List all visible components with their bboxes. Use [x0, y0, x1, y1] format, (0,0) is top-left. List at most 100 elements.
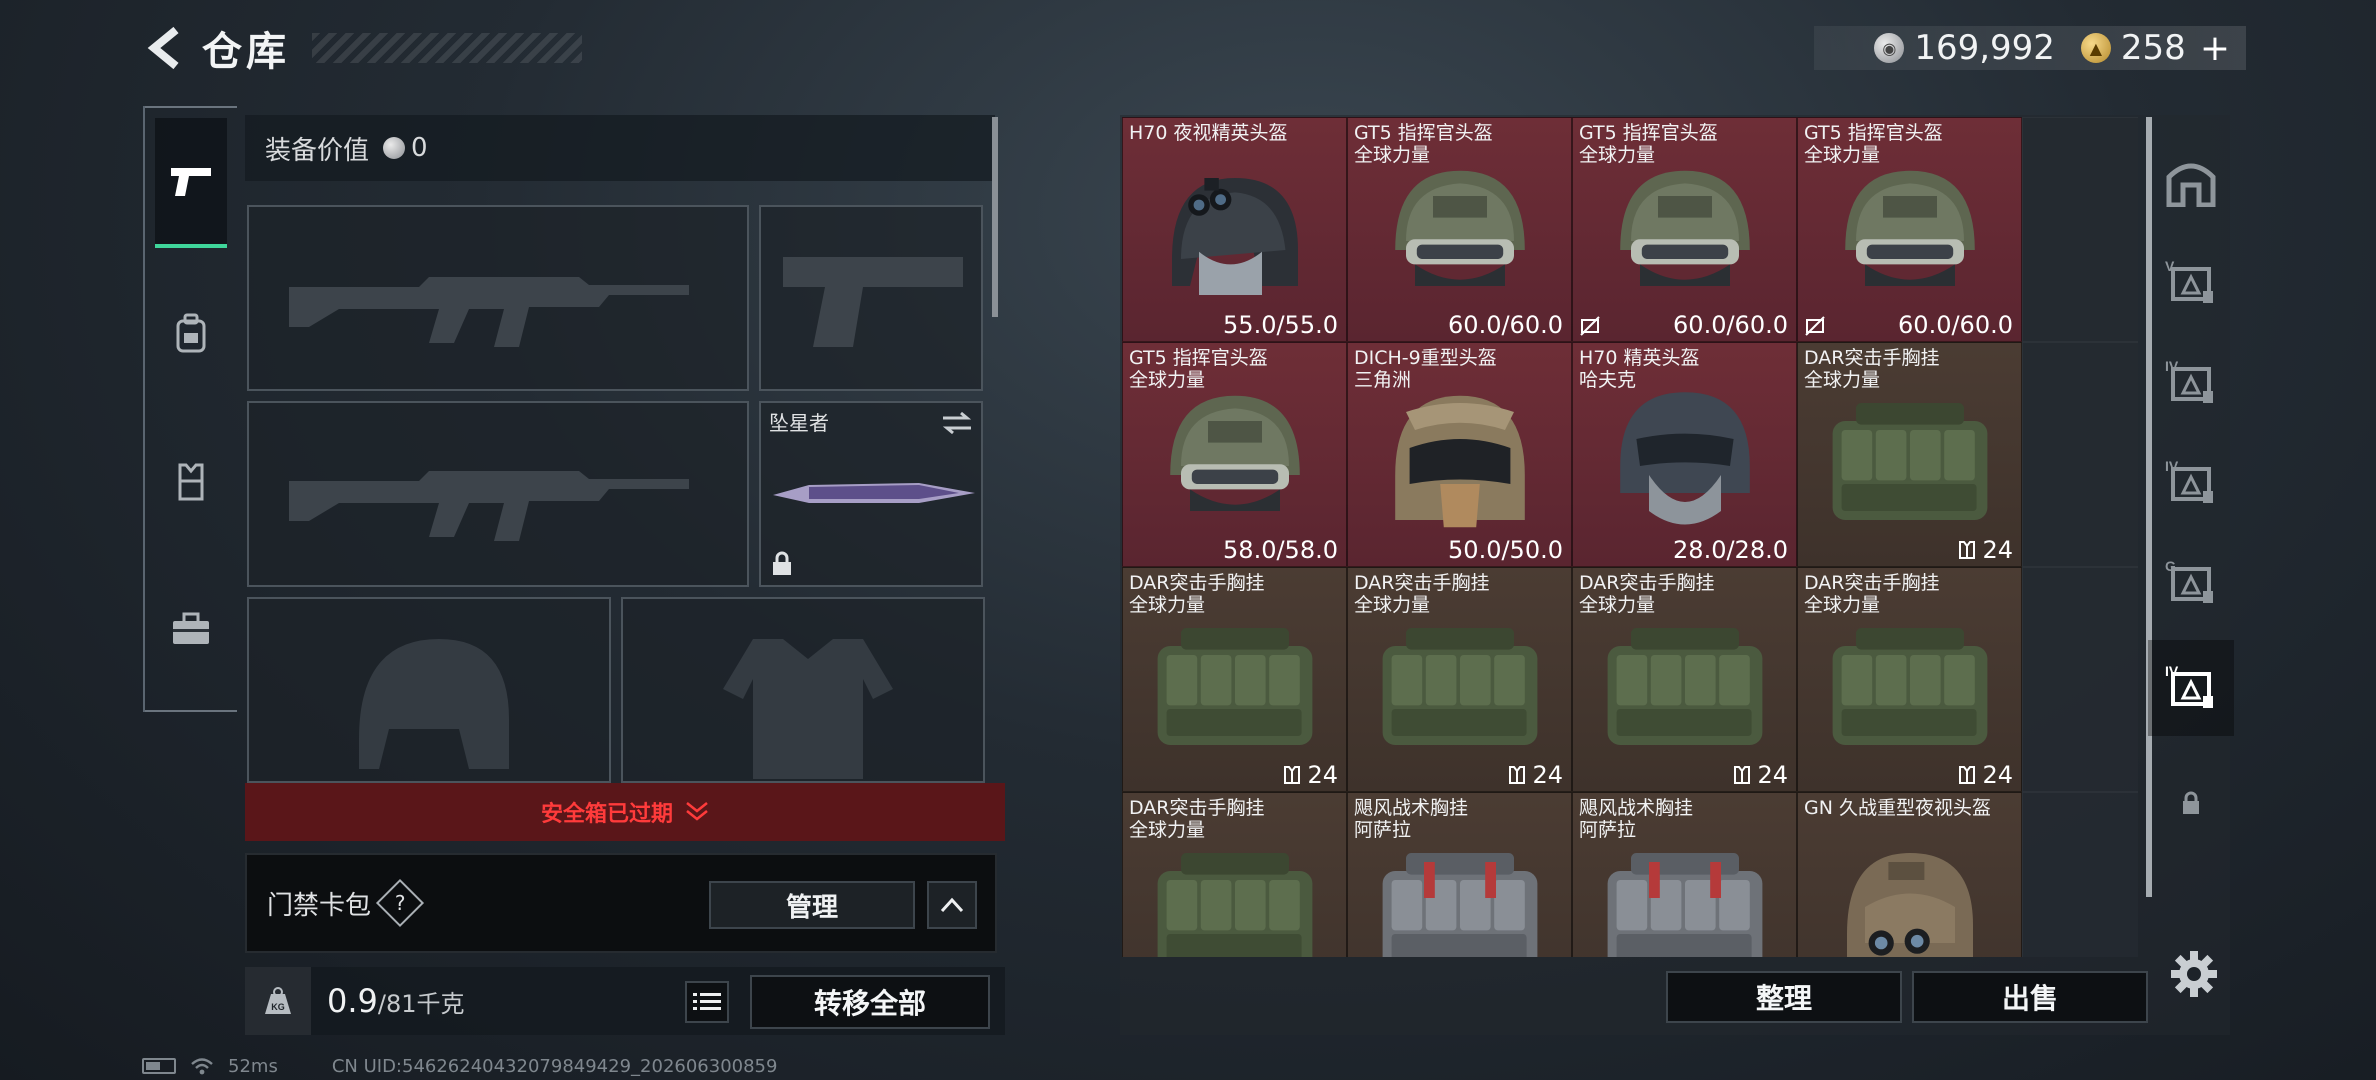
item-name-text: GN 久战重型夜视头盔: [1804, 797, 1991, 819]
container-tab[interactable]: [2148, 755, 2234, 851]
melee-name: 坠星者: [769, 411, 829, 435]
pistol-icon: [171, 168, 211, 196]
item-durability-or-capacity: 28.0/28.0: [1673, 536, 1788, 564]
chest-rig-icon: [1607, 853, 1763, 957]
empty-grid-cell[interactable]: [2022, 342, 2138, 567]
item-durability-or-capacity: 24: [1958, 761, 2013, 789]
category-tabs: [143, 106, 237, 712]
no-repair-icon: [1580, 316, 1600, 336]
inventory-item[interactable]: GT5 指挥官头盔 全球力量 58.0/58.0: [1122, 342, 1347, 567]
item-faction: 三角洲: [1354, 369, 1412, 391]
inventory-item[interactable]: 飓风战术胸挂 阿萨拉: [1347, 792, 1572, 957]
chest-rig-icon: [1832, 403, 1988, 520]
secondary-weapon-slot[interactable]: [247, 401, 749, 587]
knife-icon: [773, 483, 975, 503]
container-tab[interactable]: V: [2148, 235, 2234, 331]
item-value-text: 58.0/58.0: [1223, 536, 1338, 564]
lock-icon: [2183, 791, 2199, 814]
sidearm-slot[interactable]: [759, 205, 983, 391]
inventory-item[interactable]: GT5 指挥官头盔 全球力量 60.0/60.0: [1572, 117, 1797, 342]
swap-icon[interactable]: [941, 411, 973, 435]
svg-text:IV: IV: [2165, 663, 2179, 679]
manage-button[interactable]: 管理: [709, 881, 915, 929]
silver-coin-icon: ◉: [1874, 33, 1905, 63]
commander-helmet-icon: [1170, 395, 1300, 511]
carry-weight-current: 0.9: [327, 982, 378, 1020]
back-button[interactable]: [140, 22, 192, 74]
night-vision-heavy-helmet-icon: [1847, 853, 1973, 957]
safe-box-expired-banner[interactable]: 安全箱已过期: [245, 783, 1005, 841]
inventory-item[interactable]: GT5 指挥官头盔 全球力量 60.0/60.0: [1797, 117, 2022, 342]
empty-grid-cell[interactable]: [2022, 792, 2138, 957]
item-value-text: 55.0/55.0: [1223, 311, 1338, 339]
gold-amount: 258: [2120, 28, 2186, 68]
item-faction: 全球力量: [1804, 594, 1881, 616]
item-faction: 全球力量: [1579, 144, 1656, 166]
help-icon[interactable]: ?: [375, 878, 425, 928]
tab-toolbox[interactable]: [155, 564, 227, 694]
backpack-icon: [176, 313, 206, 353]
body-armor-slot[interactable]: [621, 597, 985, 783]
sort-button[interactable]: 整理: [1666, 971, 1902, 1023]
item-durability-or-capacity: 24: [1958, 536, 2013, 564]
keycard-bag-label: 门禁卡包: [267, 890, 372, 921]
chest-rig-icon: [1157, 628, 1313, 745]
item-name: DAR突击手胸挂 全球力量: [1804, 572, 1940, 616]
inventory-item[interactable]: GT5 指挥官头盔 全球力量 60.0/60.0: [1347, 117, 1572, 342]
rifle-silhouette-icon: [289, 277, 689, 347]
tab-weapons[interactable]: [155, 118, 227, 248]
inventory-item[interactable]: DAR突击手胸挂 全球力量 24: [1797, 567, 2022, 792]
status-bar: 52ms CN UID:5462624043207984942​9_202606…: [142, 1054, 777, 1078]
item-name: 飓风战术胸挂 阿萨拉: [1579, 797, 1693, 841]
list-view-button[interactable]: [685, 981, 729, 1023]
empty-grid-cell[interactable]: [2022, 117, 2138, 342]
primary-weapon-slot[interactable]: [247, 205, 749, 391]
title-decoration: [312, 33, 582, 63]
settings-button[interactable]: [2168, 948, 2220, 1000]
item-durability-or-capacity: 24: [1283, 761, 1338, 789]
armor-silhouette-icon: [723, 639, 893, 779]
sell-button[interactable]: 出售: [1912, 971, 2148, 1023]
wifi-icon: [191, 1058, 213, 1075]
svg-text:IV: IV: [2165, 458, 2179, 474]
chest-rig-icon: [1832, 628, 1988, 745]
inventory-item[interactable]: 飓风战术胸挂 阿萨拉: [1572, 792, 1797, 957]
empty-grid-cell[interactable]: [2022, 567, 2138, 792]
container-tab[interactable]: IV: [2148, 435, 2234, 531]
helmet-slot[interactable]: [247, 597, 611, 783]
item-name-text: H70 精英头盔: [1579, 347, 1700, 369]
page-title: 仓库: [202, 29, 290, 75]
tab-backpack[interactable]: [155, 268, 227, 398]
container-tab[interactable]: IV: [2148, 640, 2234, 736]
container-tab[interactable]: [2148, 135, 2234, 231]
inventory-item[interactable]: DAR突击手胸挂 全球力量 24: [1122, 567, 1347, 792]
chevron-up-icon: [940, 897, 964, 913]
inventory-item[interactable]: GN 久战重型夜视头盔: [1797, 792, 2022, 957]
equipment-value-amount: 0: [411, 133, 428, 163]
safe-box-expired-text: 安全箱已过期: [540, 802, 673, 827]
collapse-button[interactable]: [927, 881, 977, 929]
tab-chest-rig[interactable]: [155, 416, 227, 546]
inventory-item[interactable]: DAR突击手胸挂 全球力量: [1122, 792, 1347, 957]
item-name-text: GT5 指挥官头盔: [1129, 347, 1268, 369]
container-tab[interactable]: IV: [2148, 335, 2234, 431]
inventory-item[interactable]: DAR突击手胸挂 全球力量 24: [1797, 342, 2022, 567]
currency-bar: ◉ 169,992 ▲ 258 +: [1814, 26, 2246, 70]
loadout-scrollbar[interactable]: [992, 117, 998, 317]
inventory-item[interactable]: H70 夜视精英头盔 55.0/55.0: [1122, 117, 1347, 342]
inventory-item[interactable]: H70 精英头盔 哈夫克 28.0/28.0: [1572, 342, 1797, 567]
player-uid: CN UID:5462624043207984942​9_20260630085…: [331, 1055, 778, 1077]
container-tab[interactable]: G: [2148, 535, 2234, 631]
inventory-item[interactable]: DICH-9重型头盔 三角洲 50.0/50.0: [1347, 342, 1572, 567]
add-currency-button[interactable]: +: [2200, 28, 2230, 69]
transfer-all-button[interactable]: 转移全部: [750, 975, 990, 1029]
capacity-icon: [1959, 766, 1976, 784]
tier-iv-case-icon: IV: [2165, 458, 2213, 503]
capacity-icon: [1284, 766, 1301, 784]
inventory-item[interactable]: DAR突击手胸挂 全球力量 24: [1347, 567, 1572, 792]
item-faction: 哈夫克: [1579, 369, 1637, 391]
melee-slot[interactable]: 坠星者: [759, 401, 983, 587]
chest-rig-icon: [1607, 628, 1763, 745]
inventory-item[interactable]: DAR突击手胸挂 全球力量 24: [1572, 567, 1797, 792]
chest-rig-icon: [178, 463, 204, 501]
